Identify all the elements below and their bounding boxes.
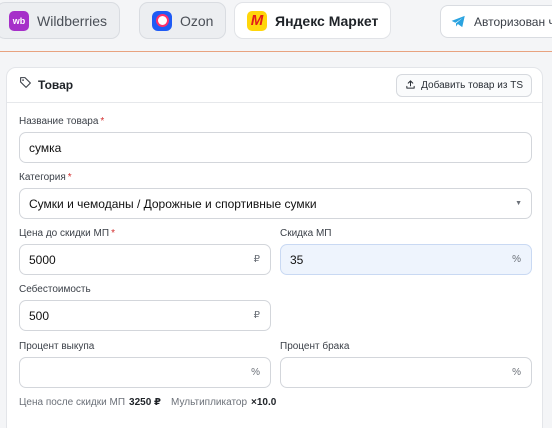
discount-label-text: Скидка МП	[280, 228, 332, 239]
tab-ozon[interactable]: Ozon	[139, 2, 227, 39]
multiplier-value: ×10.0	[251, 397, 277, 408]
ruble-suffix: ₽	[253, 254, 260, 265]
ruble-suffix: ₽	[253, 310, 260, 321]
cost-value: 500	[29, 308, 50, 323]
required-mark: *	[67, 172, 72, 183]
discount-input[interactable]: 35 %	[280, 244, 532, 275]
buyout-label: Процент выкупа	[19, 341, 94, 352]
add-product-from-ts-button[interactable]: Добавить товар из TS	[396, 74, 532, 97]
card-title: Товар	[38, 78, 74, 92]
category-value: Сумки и чемоданы / Дорожные и спортивные…	[29, 196, 317, 211]
cost-label-text: Себестоимость	[19, 284, 91, 295]
add-product-label: Добавить товар из TS	[421, 80, 523, 91]
telegram-icon	[451, 15, 466, 28]
cost-label: Себестоимость	[19, 284, 91, 295]
defect-input[interactable]: %	[280, 357, 532, 388]
price-label: Цена до скидки МП *	[19, 228, 115, 239]
defect-label-text: Процент брака	[280, 341, 350, 352]
product-name-label-text: Название товара	[19, 116, 99, 127]
price-after-value: 3250 ₽	[129, 397, 162, 408]
discount-label: Скидка МП	[280, 228, 331, 239]
card-header: Товар Добавить товар из TS	[7, 68, 542, 103]
category-label: Категория *	[19, 172, 72, 183]
percent-suffix: %	[512, 254, 521, 265]
product-name-label: Название товара *	[19, 116, 104, 127]
buyout-input[interactable]: %	[19, 357, 271, 388]
tab-yandex-market-label: Яндекс Маркет	[275, 12, 379, 29]
defect-label: Процент брака	[280, 341, 349, 352]
required-mark: *	[100, 116, 105, 127]
required-mark: *	[111, 228, 115, 239]
yandex-market-logo-icon: М	[247, 10, 267, 31]
product-name-input[interactable]: сумка	[19, 132, 532, 163]
price-input[interactable]: 5000 ₽	[19, 244, 271, 275]
chevron-down-icon: ▼	[515, 200, 522, 207]
wildberries-logo-icon: wb	[9, 10, 29, 31]
tag-icon	[19, 76, 32, 94]
tab-yandex-market[interactable]: М Яндекс Маркет	[234, 2, 392, 39]
auth-status-button[interactable]: Авторизован ч	[440, 5, 552, 38]
discount-value: 35	[290, 252, 304, 267]
product-card: Товар Добавить товар из TS Название това…	[6, 67, 543, 428]
price-value: 5000	[29, 252, 56, 267]
ozon-logo-icon	[152, 10, 172, 31]
multiplier-label: Мультипликатор	[171, 397, 248, 408]
marketplace-tabs: wb Wildberries Ozon М Яндекс Маркет Авто…	[0, 0, 552, 52]
upload-icon	[405, 79, 416, 93]
buyout-label-text: Процент выкупа	[19, 341, 95, 352]
tab-wildberries[interactable]: wb Wildberries	[0, 2, 121, 39]
price-after-label: Цена после скидки МП	[19, 397, 126, 408]
product-name-value: сумка	[29, 140, 62, 155]
price-summary: Цена после скидки МП 3250 ₽ Мультипликат…	[19, 397, 276, 408]
cost-input[interactable]: 500 ₽	[19, 300, 271, 331]
category-label-text: Категория	[19, 172, 66, 183]
percent-suffix: %	[251, 367, 260, 378]
category-select[interactable]: Сумки и чемоданы / Дорожные и спортивные…	[19, 188, 532, 219]
tab-ozon-label: Ozon	[180, 12, 214, 29]
auth-status-label: Авторизован ч	[474, 14, 552, 29]
percent-suffix: %	[512, 367, 521, 378]
tab-wildberries-label: Wildberries	[37, 12, 108, 29]
price-label-text: Цена до скидки МП	[19, 228, 110, 239]
